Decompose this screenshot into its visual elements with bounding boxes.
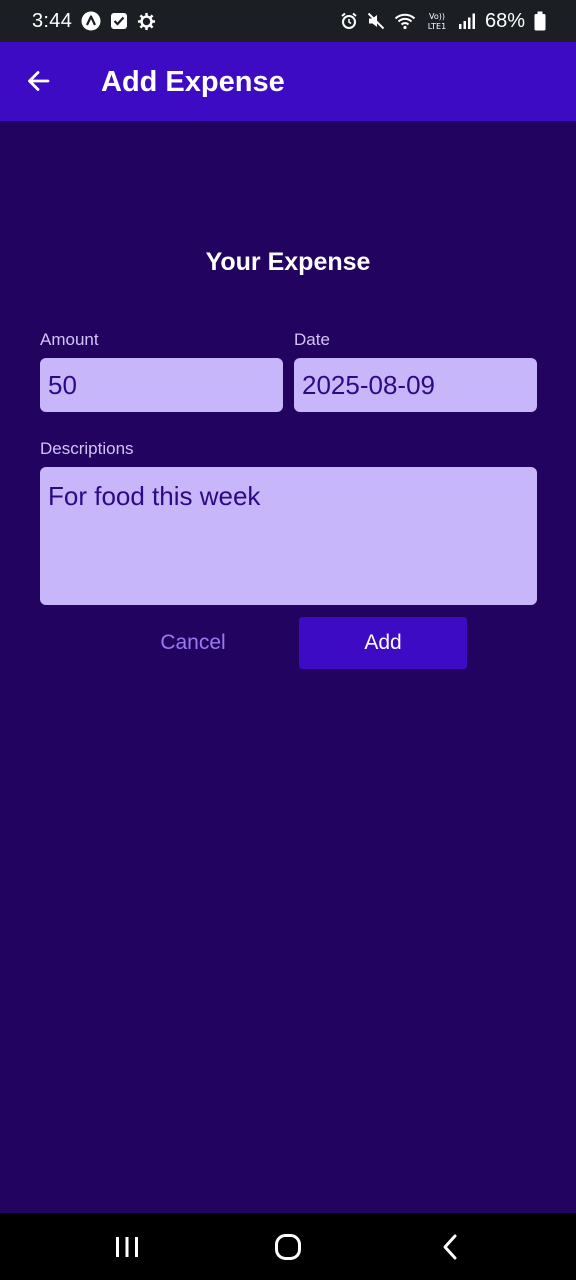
back-icon: [440, 1233, 460, 1261]
volte-icon: Vo)) LTE1: [425, 11, 449, 31]
gear-icon: [137, 12, 156, 31]
battery-icon: [534, 11, 546, 31]
add-button[interactable]: Add: [299, 617, 467, 669]
status-bar: 3:44 Vo)) LTE1 68%: [0, 0, 576, 42]
svg-text:LTE1: LTE1: [428, 22, 446, 31]
description-value: For food this week: [48, 481, 261, 511]
form-title: Your Expense: [205, 248, 371, 276]
signal-icon: [458, 12, 476, 30]
description-field[interactable]: For food this week: [40, 467, 537, 605]
recent-apps-icon: [114, 1235, 140, 1259]
date-field[interactable]: 2025-08-09: [294, 358, 537, 412]
description-label: Descriptions: [40, 439, 134, 458]
system-nav-bar: [0, 1213, 576, 1280]
back-button[interactable]: [22, 64, 56, 98]
main-content: Your Expense Amount 50 Date 2025-08-09 D…: [0, 121, 576, 1213]
amount-value: 50: [48, 369, 77, 400]
recent-apps-button[interactable]: [107, 1229, 147, 1265]
amount-label: Amount: [40, 330, 99, 349]
svg-text:Vo)): Vo)): [429, 12, 445, 21]
mute-icon: [367, 12, 385, 30]
nav-back-button[interactable]: [430, 1229, 470, 1265]
status-left: 3:44: [32, 10, 156, 33]
status-time: 3:44: [32, 9, 73, 32]
date-label: Date: [294, 330, 330, 349]
amount-field[interactable]: 50: [40, 358, 283, 412]
status-right: Vo)) LTE1 68%: [340, 10, 546, 33]
arrow-left-icon: [26, 68, 52, 94]
battery-percent: 68%: [484, 9, 525, 32]
app-a-icon: [81, 11, 101, 31]
date-value: 2025-08-09: [302, 369, 435, 400]
home-icon: [274, 1233, 302, 1261]
wifi-icon: [394, 12, 416, 30]
home-button[interactable]: [268, 1229, 308, 1265]
cancel-button[interactable]: Cancel: [122, 617, 264, 669]
check-square-icon: [110, 12, 128, 30]
page-title: Add Expense: [101, 66, 285, 98]
alarm-icon: [340, 12, 358, 30]
app-bar: Add Expense: [0, 42, 576, 121]
